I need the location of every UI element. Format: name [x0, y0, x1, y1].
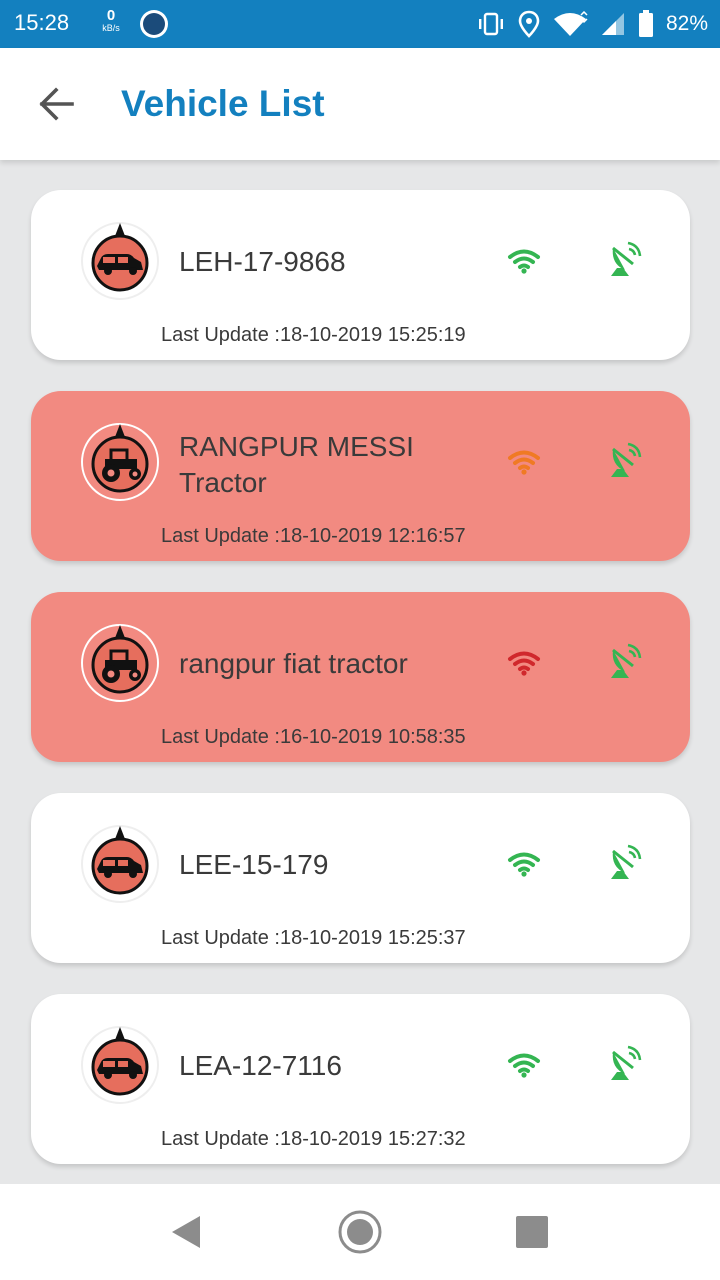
status-time: 15:28	[14, 10, 70, 35]
vehicle-card[interactable]: rangpur fiat tractor Last Update :16-10-2…	[31, 592, 690, 762]
recents-square-icon[interactable]	[508, 1208, 556, 1256]
navigation-bar	[0, 1184, 720, 1280]
vehicle-name: LEA-12-7116	[179, 1050, 342, 1081]
satellite-dish-icon	[611, 442, 642, 477]
location-icon	[518, 10, 540, 38]
signal-strength-icon	[508, 852, 540, 877]
tractor-marker-icon	[81, 423, 159, 501]
wifi-status-icon	[553, 11, 588, 36]
vehicle-name: LEH-17-9868	[179, 246, 346, 277]
tractor-marker-icon	[81, 624, 159, 702]
vibrate-icon	[478, 12, 503, 36]
app-bar: Vehicle List	[0, 48, 720, 160]
car-marker-icon	[81, 825, 159, 903]
vehicle-name: RANGPUR MESSI Tractor	[179, 431, 414, 498]
satellite-dish-icon	[611, 643, 642, 678]
status-bar: 15:28 0 kB/s 82%	[0, 0, 720, 48]
vehicle-name: LEE-15-179	[179, 849, 329, 880]
signal-strength-icon	[508, 1053, 540, 1078]
arrow-left-icon[interactable]	[34, 84, 78, 124]
last-update-text: Last Update :18-10-2019 15:25:19	[161, 324, 466, 346]
vehicle-list: LEH-17-9868 Last Update :18-10-2019 15:25…	[0, 160, 720, 1184]
satellite-dish-icon	[611, 241, 642, 276]
satellite-dish-icon	[611, 844, 642, 879]
last-update-text: Last Update :16-10-2019 10:58:35	[161, 726, 466, 748]
car-marker-icon	[81, 222, 159, 300]
home-circle-icon[interactable]	[336, 1208, 384, 1256]
status-icons: 82%	[476, 8, 708, 40]
vehicle-card[interactable]: LEE-15-179 Last Update :18-10-2019 15:25:…	[31, 793, 690, 963]
car-marker-icon	[81, 1026, 159, 1104]
signal-strength-icon	[508, 450, 540, 475]
network-speed-value: 0	[106, 7, 116, 24]
vehicle-card[interactable]: RANGPUR MESSI Tractor Last Update :18-10-2…	[31, 391, 690, 561]
back-triangle-icon[interactable]	[162, 1208, 210, 1256]
vehicle-name: rangpur fiat tractor	[179, 648, 408, 679]
battery-percent: 82%	[665, 12, 708, 35]
network-speed: 0 kB/s	[96, 8, 126, 33]
signal-icon	[601, 13, 624, 35]
network-speed-unit: kB/s	[102, 23, 120, 33]
signal-strength-icon	[508, 651, 540, 676]
vehicle-card[interactable]: LEA-12-7116 Last Update :18-10-2019 15:27…	[31, 994, 690, 1164]
last-update-text: Last Update :18-10-2019 15:27:32	[161, 1128, 466, 1150]
page-title: Vehicle List	[121, 83, 325, 124]
last-update-text: Last Update :18-10-2019 12:16:57	[161, 525, 466, 547]
battery-icon	[638, 10, 653, 37]
last-update-text: Last Update :18-10-2019 15:25:37	[161, 927, 466, 949]
signal-strength-icon	[508, 249, 540, 274]
vehicle-card[interactable]: LEH-17-9868 Last Update :18-10-2019 15:25…	[31, 190, 690, 360]
satellite-dish-icon	[611, 1045, 642, 1080]
app-notification-icon	[140, 10, 168, 38]
